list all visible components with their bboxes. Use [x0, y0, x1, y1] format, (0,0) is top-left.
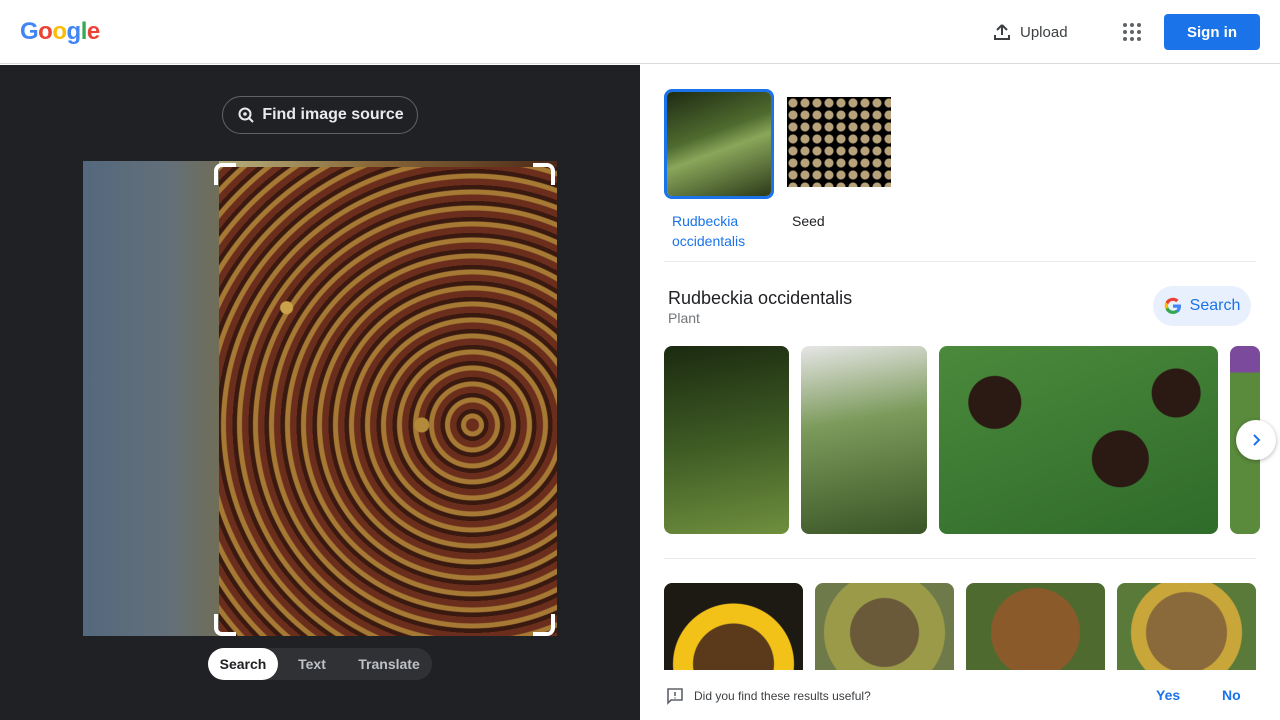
feedback-bar: Did you find these results useful? Yes N… [640, 670, 1280, 720]
next-arrow-button[interactable] [1236, 420, 1276, 460]
crop-handle-bottom-left[interactable] [214, 614, 236, 636]
results-panel: Rudbeckia occidentalis Seed Rudbeckia oc… [640, 65, 1280, 720]
upload-icon [994, 24, 1010, 40]
visual-match-image[interactable] [1117, 583, 1256, 673]
visual-match-image[interactable] [966, 583, 1105, 673]
top-bar: Google Upload Sign in [0, 0, 1280, 64]
entity-title: Rudbeckia occidentalis [668, 288, 853, 308]
chevron-right-icon [1253, 434, 1261, 446]
mode-translate-tab[interactable]: Translate [346, 648, 432, 680]
find-image-source-label: Find image source [262, 106, 404, 123]
google-g-icon [1164, 297, 1181, 314]
crop-selection[interactable] [219, 167, 557, 636]
visual-match-image[interactable] [815, 583, 954, 673]
uploaded-image [83, 161, 557, 636]
divider [664, 558, 1256, 559]
lens-mode-switcher: Search Text Translate [208, 648, 432, 680]
entity-search-label: Search [1189, 297, 1241, 314]
crop-handle-bottom-right[interactable] [533, 614, 555, 636]
upload-label: Upload [1020, 23, 1068, 41]
divider [664, 261, 1256, 262]
feedback-yes-button[interactable]: Yes [1156, 687, 1180, 703]
upload-button[interactable]: Upload [992, 20, 1068, 44]
chip-label: Rudbeckia occidentalis [672, 213, 746, 249]
lens-search-icon [238, 107, 255, 123]
chip-thumbnail [784, 89, 894, 199]
crop-handle-top-right[interactable] [533, 163, 555, 185]
mode-search-tab[interactable]: Search [208, 648, 278, 680]
sign-in-button[interactable]: Sign in [1164, 14, 1260, 50]
chip-label: Seed [792, 213, 825, 229]
chip-thumbnail [664, 89, 774, 199]
entity-subtitle: Plant [668, 310, 700, 326]
entity-search-button[interactable]: Search [1153, 286, 1251, 326]
apps-grid-icon[interactable] [1120, 20, 1144, 44]
entity-chip-seed[interactable]: Seed [784, 89, 904, 231]
result-image[interactable] [939, 346, 1218, 534]
feedback-icon [667, 688, 683, 705]
find-image-source-button[interactable]: Find image source [222, 96, 418, 134]
feedback-question: Did you find these results useful? [694, 689, 871, 703]
google-logo[interactable]: Google [20, 18, 100, 46]
lens-image-panel: Find image source Search Text Translate [0, 65, 640, 720]
crop-handle-top-left[interactable] [214, 163, 236, 185]
result-image[interactable] [664, 346, 789, 534]
result-image[interactable] [801, 346, 927, 534]
feedback-no-button[interactable]: No [1222, 687, 1241, 703]
entity-chip-rudbeckia[interactable]: Rudbeckia occidentalis [664, 89, 784, 251]
mode-text-tab[interactable]: Text [278, 648, 346, 680]
visual-match-image[interactable] [664, 583, 803, 673]
